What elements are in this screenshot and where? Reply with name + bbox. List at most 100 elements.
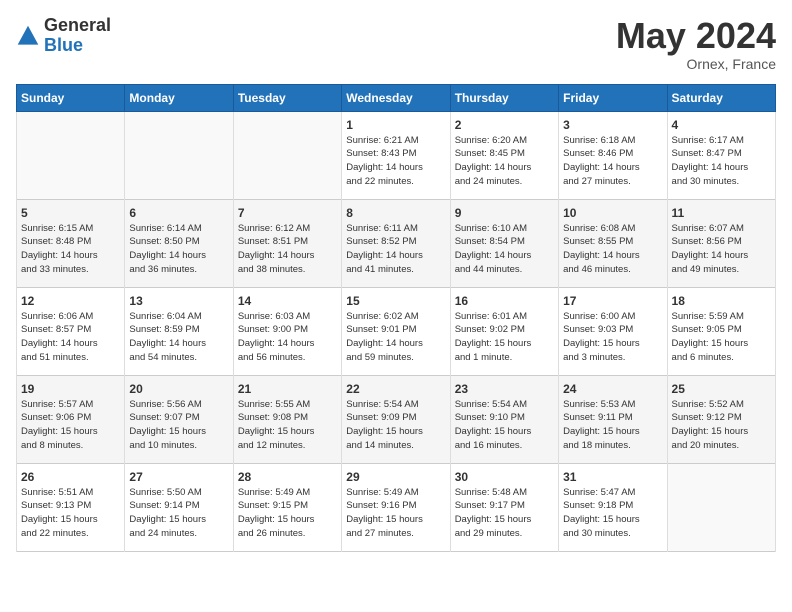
page-header: General Blue May 2024 Ornex, France bbox=[16, 16, 776, 72]
day-number: 22 bbox=[346, 382, 445, 396]
logo: General Blue bbox=[16, 16, 111, 56]
calendar-cell: 22 Sunrise: 5:54 AM Sunset: 9:09 PM Dayli… bbox=[342, 375, 450, 463]
logo-blue-text: Blue bbox=[44, 36, 111, 56]
cell-content: Sunrise: 6:03 AM Sunset: 9:00 PM Dayligh… bbox=[238, 310, 337, 365]
calendar-cell: 6 Sunrise: 6:14 AM Sunset: 8:50 PM Daylig… bbox=[125, 199, 233, 287]
col-monday: Monday bbox=[125, 84, 233, 111]
calendar-week-row: 19 Sunrise: 5:57 AM Sunset: 9:06 PM Dayli… bbox=[17, 375, 776, 463]
calendar-cell: 14Sunrise: 6:03 AM Sunset: 9:00 PM Dayli… bbox=[233, 287, 341, 375]
day-number: 1 bbox=[346, 118, 445, 132]
location-text: Ornex, France bbox=[616, 56, 776, 72]
col-thursday: Thursday bbox=[450, 84, 558, 111]
cell-content: Sunrise: 6:01 AM Sunset: 9:02 PM Dayligh… bbox=[455, 310, 554, 365]
cell-content: Sunrise: 6:12 AM Sunset: 8:51 PM Dayligh… bbox=[238, 222, 337, 277]
calendar-cell: 10Sunrise: 6:08 AM Sunset: 8:55 PM Dayli… bbox=[559, 199, 667, 287]
cell-content: Sunrise: 6:02 AM Sunset: 9:01 PM Dayligh… bbox=[346, 310, 445, 365]
calendar-cell: 12Sunrise: 6:06 AM Sunset: 8:57 PM Dayli… bbox=[17, 287, 125, 375]
cell-content: Sunrise: 5:50 AM Sunset: 9:14 PM Dayligh… bbox=[129, 486, 228, 541]
calendar-cell: 30 Sunrise: 5:48 AM Sunset: 9:17 PM Dayli… bbox=[450, 463, 558, 551]
calendar-cell: 2 Sunrise: 6:20 AM Sunset: 8:45 PM Daylig… bbox=[450, 111, 558, 199]
calendar-cell bbox=[17, 111, 125, 199]
day-number: 31 bbox=[563, 470, 662, 484]
cell-content: Sunrise: 5:49 AM Sunset: 9:15 PM Dayligh… bbox=[238, 486, 337, 541]
cell-content: Sunrise: 5:59 AM Sunset: 9:05 PM Dayligh… bbox=[672, 310, 771, 365]
cell-content: Sunrise: 5:49 AM Sunset: 9:16 PM Dayligh… bbox=[346, 486, 445, 541]
calendar-cell: 11 Sunrise: 6:07 AM Sunset: 8:56 PM Dayli… bbox=[667, 199, 775, 287]
cell-content: Sunrise: 6:15 AM Sunset: 8:48 PM Dayligh… bbox=[21, 222, 120, 277]
month-title: May 2024 bbox=[616, 16, 776, 56]
cell-content: Sunrise: 5:57 AM Sunset: 9:06 PM Dayligh… bbox=[21, 398, 120, 453]
day-number: 11 bbox=[672, 206, 771, 220]
calendar-cell: 21 Sunrise: 5:55 AM Sunset: 9:08 PM Dayli… bbox=[233, 375, 341, 463]
day-number: 4 bbox=[672, 118, 771, 132]
calendar-cell: 19 Sunrise: 5:57 AM Sunset: 9:06 PM Dayli… bbox=[17, 375, 125, 463]
calendar-cell: 27 Sunrise: 5:50 AM Sunset: 9:14 PM Dayli… bbox=[125, 463, 233, 551]
calendar-header: Sunday Monday Tuesday Wednesday Thursday… bbox=[17, 84, 776, 111]
cell-content: Sunrise: 5:54 AM Sunset: 9:09 PM Dayligh… bbox=[346, 398, 445, 453]
calendar-cell: 23 Sunrise: 5:54 AM Sunset: 9:10 PM Dayli… bbox=[450, 375, 558, 463]
logo-text: General Blue bbox=[44, 16, 111, 56]
cell-content: Sunrise: 6:07 AM Sunset: 8:56 PM Dayligh… bbox=[672, 222, 771, 277]
day-number: 5 bbox=[21, 206, 120, 220]
cell-content: Sunrise: 6:00 AM Sunset: 9:03 PM Dayligh… bbox=[563, 310, 662, 365]
cell-content: Sunrise: 6:20 AM Sunset: 8:45 PM Dayligh… bbox=[455, 134, 554, 189]
day-number: 2 bbox=[455, 118, 554, 132]
title-area: May 2024 Ornex, France bbox=[616, 16, 776, 72]
col-sunday: Sunday bbox=[17, 84, 125, 111]
day-number: 13 bbox=[129, 294, 228, 308]
day-number: 16 bbox=[455, 294, 554, 308]
day-number: 27 bbox=[129, 470, 228, 484]
header-row: Sunday Monday Tuesday Wednesday Thursday… bbox=[17, 84, 776, 111]
day-number: 19 bbox=[21, 382, 120, 396]
day-number: 18 bbox=[672, 294, 771, 308]
day-number: 7 bbox=[238, 206, 337, 220]
cell-content: Sunrise: 6:06 AM Sunset: 8:57 PM Dayligh… bbox=[21, 310, 120, 365]
calendar-week-row: 26Sunrise: 5:51 AM Sunset: 9:13 PM Dayli… bbox=[17, 463, 776, 551]
calendar-cell: 7 Sunrise: 6:12 AM Sunset: 8:51 PM Daylig… bbox=[233, 199, 341, 287]
cell-content: Sunrise: 5:54 AM Sunset: 9:10 PM Dayligh… bbox=[455, 398, 554, 453]
col-friday: Friday bbox=[559, 84, 667, 111]
cell-content: Sunrise: 6:21 AM Sunset: 8:43 PM Dayligh… bbox=[346, 134, 445, 189]
cell-content: Sunrise: 6:14 AM Sunset: 8:50 PM Dayligh… bbox=[129, 222, 228, 277]
day-number: 28 bbox=[238, 470, 337, 484]
calendar-cell: 17Sunrise: 6:00 AM Sunset: 9:03 PM Dayli… bbox=[559, 287, 667, 375]
calendar-body: 1 Sunrise: 6:21 AM Sunset: 8:43 PM Daylig… bbox=[17, 111, 776, 551]
calendar-cell: 13 Sunrise: 6:04 AM Sunset: 8:59 PM Dayli… bbox=[125, 287, 233, 375]
day-number: 15 bbox=[346, 294, 445, 308]
day-number: 21 bbox=[238, 382, 337, 396]
col-saturday: Saturday bbox=[667, 84, 775, 111]
day-number: 23 bbox=[455, 382, 554, 396]
day-number: 20 bbox=[129, 382, 228, 396]
logo-general-text: General bbox=[44, 16, 111, 36]
day-number: 24 bbox=[563, 382, 662, 396]
calendar-cell: 29Sunrise: 5:49 AM Sunset: 9:16 PM Dayli… bbox=[342, 463, 450, 551]
calendar-cell: 25Sunrise: 5:52 AM Sunset: 9:12 PM Dayli… bbox=[667, 375, 775, 463]
cell-content: Sunrise: 5:53 AM Sunset: 9:11 PM Dayligh… bbox=[563, 398, 662, 453]
calendar-cell: 31Sunrise: 5:47 AM Sunset: 9:18 PM Dayli… bbox=[559, 463, 667, 551]
calendar-cell: 15 Sunrise: 6:02 AM Sunset: 9:01 PM Dayli… bbox=[342, 287, 450, 375]
cell-content: Sunrise: 5:56 AM Sunset: 9:07 PM Dayligh… bbox=[129, 398, 228, 453]
cell-content: Sunrise: 6:04 AM Sunset: 8:59 PM Dayligh… bbox=[129, 310, 228, 365]
cell-content: Sunrise: 6:10 AM Sunset: 8:54 PM Dayligh… bbox=[455, 222, 554, 277]
day-number: 6 bbox=[129, 206, 228, 220]
col-wednesday: Wednesday bbox=[342, 84, 450, 111]
cell-content: Sunrise: 5:48 AM Sunset: 9:17 PM Dayligh… bbox=[455, 486, 554, 541]
calendar-cell: 26Sunrise: 5:51 AM Sunset: 9:13 PM Dayli… bbox=[17, 463, 125, 551]
cell-content: Sunrise: 5:55 AM Sunset: 9:08 PM Dayligh… bbox=[238, 398, 337, 453]
col-tuesday: Tuesday bbox=[233, 84, 341, 111]
logo-icon bbox=[16, 24, 40, 48]
calendar-cell: 28 Sunrise: 5:49 AM Sunset: 9:15 PM Dayli… bbox=[233, 463, 341, 551]
day-number: 10 bbox=[563, 206, 662, 220]
day-number: 8 bbox=[346, 206, 445, 220]
calendar-cell: 8Sunrise: 6:11 AM Sunset: 8:52 PM Daylig… bbox=[342, 199, 450, 287]
day-number: 30 bbox=[455, 470, 554, 484]
cell-content: Sunrise: 5:51 AM Sunset: 9:13 PM Dayligh… bbox=[21, 486, 120, 541]
calendar-cell bbox=[233, 111, 341, 199]
calendar-cell: 24 Sunrise: 5:53 AM Sunset: 9:11 PM Dayli… bbox=[559, 375, 667, 463]
calendar-cell: 16 Sunrise: 6:01 AM Sunset: 9:02 PM Dayli… bbox=[450, 287, 558, 375]
calendar-cell: 4 Sunrise: 6:17 AM Sunset: 8:47 PM Daylig… bbox=[667, 111, 775, 199]
calendar-table: Sunday Monday Tuesday Wednesday Thursday… bbox=[16, 84, 776, 552]
calendar-week-row: 1 Sunrise: 6:21 AM Sunset: 8:43 PM Daylig… bbox=[17, 111, 776, 199]
calendar-cell bbox=[125, 111, 233, 199]
cell-content: Sunrise: 6:17 AM Sunset: 8:47 PM Dayligh… bbox=[672, 134, 771, 189]
